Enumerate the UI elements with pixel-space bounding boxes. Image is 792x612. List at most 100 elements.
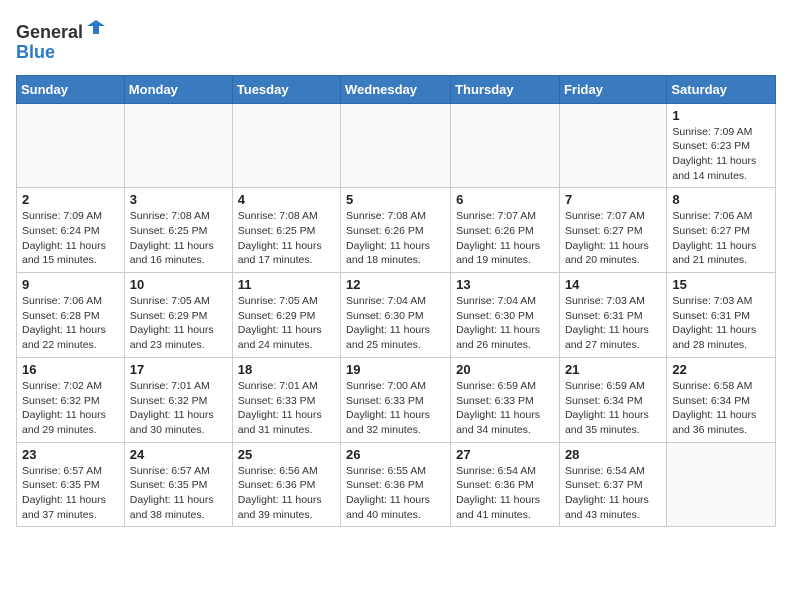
calendar-cell <box>559 103 666 188</box>
calendar-week-row: 23 Sunrise: 6:57 AM Sunset: 6:35 PM Dayli… <box>17 442 776 527</box>
day-number: 11 <box>238 277 335 292</box>
weekday-header-monday: Monday <box>124 75 232 103</box>
calendar-cell: 26 Sunrise: 6:55 AM Sunset: 6:36 PM Dayli… <box>341 442 451 527</box>
day-info: Sunrise: 7:05 AM Sunset: 6:29 PM Dayligh… <box>238 294 335 353</box>
calendar-cell: 15 Sunrise: 7:03 AM Sunset: 6:31 PM Dayli… <box>667 273 776 358</box>
day-number: 10 <box>130 277 227 292</box>
calendar-week-row: 1 Sunrise: 7:09 AM Sunset: 6:23 PM Daylig… <box>17 103 776 188</box>
day-info: Sunrise: 7:03 AM Sunset: 6:31 PM Dayligh… <box>565 294 661 353</box>
day-info: Sunrise: 6:54 AM Sunset: 6:36 PM Dayligh… <box>456 464 554 523</box>
calendar-cell: 4 Sunrise: 7:08 AM Sunset: 6:25 PM Daylig… <box>232 188 340 273</box>
calendar-cell: 28Sunrise: 6:54 AM Sunset: 6:37 PM Dayli… <box>559 442 666 527</box>
day-info: Sunrise: 7:08 AM Sunset: 6:25 PM Dayligh… <box>130 209 227 268</box>
day-info: Sunrise: 6:59 AM Sunset: 6:33 PM Dayligh… <box>456 379 554 438</box>
logo-bird-icon <box>85 16 107 38</box>
day-number: 26 <box>346 447 445 462</box>
weekday-header-row: SundayMondayTuesdayWednesdayThursdayFrid… <box>17 75 776 103</box>
day-number: 24 <box>130 447 227 462</box>
calendar-cell <box>232 103 340 188</box>
calendar-cell: 18 Sunrise: 7:01 AM Sunset: 6:33 PM Dayli… <box>232 357 340 442</box>
calendar-cell: 6 Sunrise: 7:07 AM Sunset: 6:26 PM Daylig… <box>451 188 560 273</box>
day-info: Sunrise: 7:02 AM Sunset: 6:32 PM Dayligh… <box>22 379 119 438</box>
day-info: Sunrise: 7:00 AM Sunset: 6:33 PM Dayligh… <box>346 379 445 438</box>
logo: General Blue <box>16 16 107 63</box>
calendar-cell: 17 Sunrise: 7:01 AM Sunset: 6:32 PM Dayli… <box>124 357 232 442</box>
calendar-cell: 11 Sunrise: 7:05 AM Sunset: 6:29 PM Dayli… <box>232 273 340 358</box>
calendar-cell: 16 Sunrise: 7:02 AM Sunset: 6:32 PM Dayli… <box>17 357 125 442</box>
day-info: Sunrise: 6:55 AM Sunset: 6:36 PM Dayligh… <box>346 464 445 523</box>
day-number: 7 <box>565 192 661 207</box>
day-info: Sunrise: 6:57 AM Sunset: 6:35 PM Dayligh… <box>22 464 119 523</box>
day-info: Sunrise: 7:04 AM Sunset: 6:30 PM Dayligh… <box>346 294 445 353</box>
calendar-cell: 2 Sunrise: 7:09 AM Sunset: 6:24 PM Daylig… <box>17 188 125 273</box>
day-info: Sunrise: 6:56 AM Sunset: 6:36 PM Dayligh… <box>238 464 335 523</box>
calendar-cell: 1 Sunrise: 7:09 AM Sunset: 6:23 PM Daylig… <box>667 103 776 188</box>
day-info: Sunrise: 7:09 AM Sunset: 6:24 PM Dayligh… <box>22 209 119 268</box>
calendar-cell <box>667 442 776 527</box>
calendar-cell: 3Sunrise: 7:08 AM Sunset: 6:25 PM Daylig… <box>124 188 232 273</box>
logo-text: General <box>16 16 107 43</box>
weekday-header-saturday: Saturday <box>667 75 776 103</box>
day-info: Sunrise: 7:01 AM Sunset: 6:33 PM Dayligh… <box>238 379 335 438</box>
day-number: 8 <box>672 192 770 207</box>
calendar-cell <box>451 103 560 188</box>
calendar-cell: 27Sunrise: 6:54 AM Sunset: 6:36 PM Dayli… <box>451 442 560 527</box>
day-info: Sunrise: 7:07 AM Sunset: 6:27 PM Dayligh… <box>565 209 661 268</box>
day-number: 16 <box>22 362 119 377</box>
day-info: Sunrise: 7:09 AM Sunset: 6:23 PM Dayligh… <box>672 125 770 184</box>
calendar-cell: 10 Sunrise: 7:05 AM Sunset: 6:29 PM Dayli… <box>124 273 232 358</box>
day-number: 21 <box>565 362 661 377</box>
weekday-header-friday: Friday <box>559 75 666 103</box>
day-number: 23 <box>22 447 119 462</box>
page-header: General Blue <box>16 16 776 63</box>
day-info: Sunrise: 7:08 AM Sunset: 6:25 PM Dayligh… <box>238 209 335 268</box>
day-number: 18 <box>238 362 335 377</box>
calendar-week-row: 2 Sunrise: 7:09 AM Sunset: 6:24 PM Daylig… <box>17 188 776 273</box>
day-info: Sunrise: 7:06 AM Sunset: 6:27 PM Dayligh… <box>672 209 770 268</box>
calendar-cell: 5 Sunrise: 7:08 AM Sunset: 6:26 PM Daylig… <box>341 188 451 273</box>
weekday-header-wednesday: Wednesday <box>341 75 451 103</box>
day-info: Sunrise: 6:58 AM Sunset: 6:34 PM Dayligh… <box>672 379 770 438</box>
calendar-cell: 9 Sunrise: 7:06 AM Sunset: 6:28 PM Daylig… <box>17 273 125 358</box>
calendar-table: SundayMondayTuesdayWednesdayThursdayFrid… <box>16 75 776 528</box>
calendar-cell: 7 Sunrise: 7:07 AM Sunset: 6:27 PM Daylig… <box>559 188 666 273</box>
day-info: Sunrise: 7:05 AM Sunset: 6:29 PM Dayligh… <box>130 294 227 353</box>
day-number: 1 <box>672 108 770 123</box>
day-info: Sunrise: 7:03 AM Sunset: 6:31 PM Dayligh… <box>672 294 770 353</box>
calendar-week-row: 16 Sunrise: 7:02 AM Sunset: 6:32 PM Dayli… <box>17 357 776 442</box>
calendar-cell: 20 Sunrise: 6:59 AM Sunset: 6:33 PM Dayli… <box>451 357 560 442</box>
day-info: Sunrise: 7:07 AM Sunset: 6:26 PM Dayligh… <box>456 209 554 268</box>
calendar-cell <box>124 103 232 188</box>
weekday-header-tuesday: Tuesday <box>232 75 340 103</box>
calendar-week-row: 9 Sunrise: 7:06 AM Sunset: 6:28 PM Daylig… <box>17 273 776 358</box>
day-number: 2 <box>22 192 119 207</box>
day-number: 20 <box>456 362 554 377</box>
day-number: 4 <box>238 192 335 207</box>
day-number: 17 <box>130 362 227 377</box>
calendar-cell: 25 Sunrise: 6:56 AM Sunset: 6:36 PM Dayli… <box>232 442 340 527</box>
day-info: Sunrise: 6:57 AM Sunset: 6:35 PM Dayligh… <box>130 464 227 523</box>
calendar-cell: 22Sunrise: 6:58 AM Sunset: 6:34 PM Dayli… <box>667 357 776 442</box>
day-number: 25 <box>238 447 335 462</box>
calendar-cell: 13 Sunrise: 7:04 AM Sunset: 6:30 PM Dayli… <box>451 273 560 358</box>
day-info: Sunrise: 6:54 AM Sunset: 6:37 PM Dayligh… <box>565 464 661 523</box>
day-number: 12 <box>346 277 445 292</box>
calendar-cell: 14 Sunrise: 7:03 AM Sunset: 6:31 PM Dayli… <box>559 273 666 358</box>
day-number: 15 <box>672 277 770 292</box>
calendar-cell: 12 Sunrise: 7:04 AM Sunset: 6:30 PM Dayli… <box>341 273 451 358</box>
day-info: Sunrise: 7:08 AM Sunset: 6:26 PM Dayligh… <box>346 209 445 268</box>
day-number: 13 <box>456 277 554 292</box>
day-number: 6 <box>456 192 554 207</box>
day-number: 14 <box>565 277 661 292</box>
day-info: Sunrise: 7:04 AM Sunset: 6:30 PM Dayligh… <box>456 294 554 353</box>
day-info: Sunrise: 7:06 AM Sunset: 6:28 PM Dayligh… <box>22 294 119 353</box>
calendar-cell: 23 Sunrise: 6:57 AM Sunset: 6:35 PM Dayli… <box>17 442 125 527</box>
calendar-cell: 24 Sunrise: 6:57 AM Sunset: 6:35 PM Dayli… <box>124 442 232 527</box>
day-number: 5 <box>346 192 445 207</box>
calendar-cell <box>17 103 125 188</box>
logo-general: General <box>16 22 83 42</box>
day-number: 9 <box>22 277 119 292</box>
day-info: Sunrise: 6:59 AM Sunset: 6:34 PM Dayligh… <box>565 379 661 438</box>
day-info: Sunrise: 7:01 AM Sunset: 6:32 PM Dayligh… <box>130 379 227 438</box>
day-number: 19 <box>346 362 445 377</box>
